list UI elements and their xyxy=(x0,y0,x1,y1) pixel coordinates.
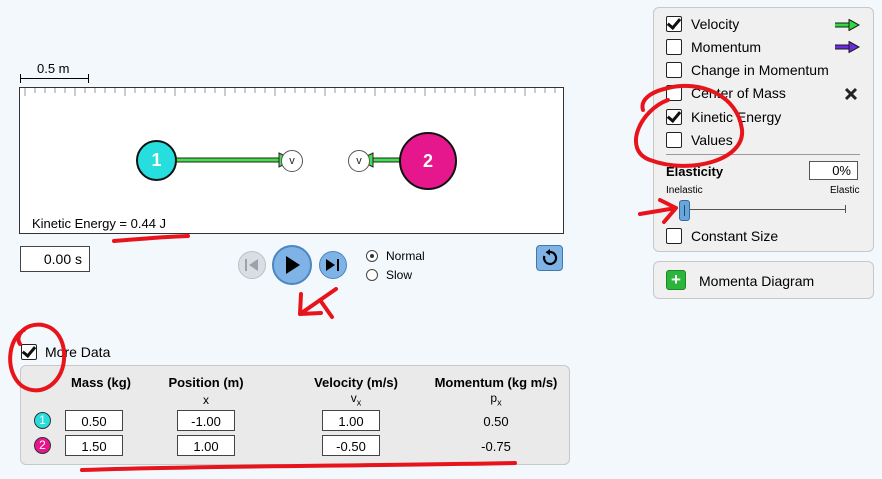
momentum-value-ball-2: -0.75 xyxy=(481,439,511,454)
values-option[interactable]: Values xyxy=(666,132,733,148)
values-option-label: Values xyxy=(691,132,733,148)
reset-button[interactable] xyxy=(536,245,563,271)
velocity-symbol-subscript: x xyxy=(356,397,362,408)
more-data-checkbox[interactable] xyxy=(21,344,37,360)
x-mark-icon xyxy=(844,87,858,101)
constant-size-checkbox[interactable] xyxy=(666,228,682,244)
scale-bar-tick xyxy=(88,74,89,83)
ball-2[interactable]: 2 xyxy=(399,132,457,190)
more-data-label: More Data xyxy=(45,344,111,360)
constant-size-option-label: Constant Size xyxy=(691,228,779,244)
play-icon xyxy=(286,256,300,274)
elasticity-value: 0% xyxy=(809,161,858,180)
scale-bar xyxy=(20,78,88,79)
position-input-ball-1[interactable]: -1.00 xyxy=(177,410,235,431)
step-forward-button[interactable] xyxy=(319,251,347,279)
header-velocity-symbol: vx xyxy=(341,391,371,407)
velocity-input-ball-2[interactable]: -0.50 xyxy=(322,435,380,456)
center-of-mass-checkbox[interactable] xyxy=(666,85,682,101)
center-of-mass-option-label: Center of Mass xyxy=(691,85,786,101)
ruler xyxy=(24,88,556,96)
normal-radio[interactable] xyxy=(366,250,378,262)
change-in-momentum-option[interactable]: Change in Momentum xyxy=(666,62,829,78)
header-momentum-symbol: px xyxy=(481,391,511,407)
velocity-handle-ball-1[interactable]: v xyxy=(281,150,303,172)
play-button[interactable] xyxy=(272,245,312,285)
ball-1-label: 1 xyxy=(151,150,162,170)
slow-radio[interactable] xyxy=(366,269,378,281)
elasticity-slider-end-tick xyxy=(845,205,846,213)
position-input-ball-2[interactable]: 1.00 xyxy=(177,435,235,456)
momentum-value-ball-1: 0.50 xyxy=(483,414,509,429)
momentum-arrow-icon xyxy=(835,41,860,53)
header-mass: Mass (kg) xyxy=(71,375,131,390)
velocity-handle-ball-2[interactable]: v xyxy=(348,150,370,172)
reset-icon xyxy=(542,249,557,266)
step-back-button[interactable] xyxy=(238,251,266,279)
panel-divider xyxy=(666,154,860,155)
annotation-arrow-play xyxy=(298,287,338,319)
visibility-panel: Velocity Momentum Change in Momentum Cen… xyxy=(653,7,874,252)
annotation-underline-kinetic-energy xyxy=(112,234,190,243)
momenta-diagram-panel[interactable]: + Momenta Diagram xyxy=(653,261,874,299)
kinetic-energy-checkbox[interactable] xyxy=(666,109,682,125)
scale-bar-label: 0.5 m xyxy=(37,61,70,76)
center-of-mass-option[interactable]: Center of Mass xyxy=(666,85,786,101)
change-in-momentum-checkbox[interactable] xyxy=(666,62,682,78)
elasticity-slider-track[interactable] xyxy=(682,209,846,210)
header-position: Position (m) xyxy=(168,375,244,390)
momentum-option-label: Momentum xyxy=(691,39,762,55)
velocity-checkbox[interactable] xyxy=(666,16,682,32)
expand-plus-icon[interactable]: + xyxy=(666,270,686,290)
kinetic-energy-option-label: Kinetic Energy xyxy=(691,109,782,125)
velocity-handle-label: v xyxy=(289,155,295,167)
step-back-icon xyxy=(245,259,258,271)
kinetic-energy-readout: Kinetic Energy = 0.44 J xyxy=(32,216,167,231)
kinetic-energy-option[interactable]: Kinetic Energy xyxy=(666,109,781,125)
elastic-label: Elastic xyxy=(830,185,860,196)
mass-input-ball-2[interactable]: 1.50 xyxy=(65,435,123,456)
inelastic-label: Inelastic xyxy=(666,185,703,196)
elasticity-slider-thumb[interactable] xyxy=(679,200,690,221)
momentum-symbol-subscript: x xyxy=(497,397,502,408)
velocity-input-ball-1[interactable]: 1.00 xyxy=(322,410,380,431)
momentum-checkbox[interactable] xyxy=(666,39,682,55)
header-momentum: Momentum (kg m/s) xyxy=(434,375,558,390)
data-table: Mass (kg) Position (m) Velocity (m/s) Mo… xyxy=(20,365,570,465)
speed-option-slow[interactable]: Slow xyxy=(366,268,412,282)
change-in-momentum-option-label: Change in Momentum xyxy=(691,62,829,78)
ball-2-icon: 2 xyxy=(34,437,51,454)
velocity-arrow-icon xyxy=(835,19,860,31)
step-forward-icon xyxy=(326,259,339,271)
ball-1-icon: 1 xyxy=(34,412,51,429)
velocity-option-label: Velocity xyxy=(691,16,740,32)
values-checkbox[interactable] xyxy=(666,132,682,148)
header-position-symbol: x xyxy=(203,393,209,407)
mass-input-ball-1[interactable]: 0.50 xyxy=(65,410,123,431)
ball-1[interactable]: 1 xyxy=(136,140,177,181)
velocity-option[interactable]: Velocity xyxy=(666,16,739,32)
constant-size-option[interactable]: Constant Size xyxy=(666,228,778,244)
speed-option-label: Normal xyxy=(386,249,425,263)
elasticity-title: Elasticity xyxy=(666,164,724,179)
momenta-diagram-label: Momenta Diagram xyxy=(699,273,815,289)
ball-2-label: 2 xyxy=(422,150,433,171)
scale-bar-tick xyxy=(20,74,21,83)
speed-option-normal[interactable]: Normal xyxy=(366,249,425,263)
momentum-option[interactable]: Momentum xyxy=(666,39,761,55)
speed-option-label: Slow xyxy=(386,268,413,282)
more-data-option[interactable]: More Data xyxy=(21,344,110,360)
header-velocity: Velocity (m/s) xyxy=(314,375,398,390)
time-display: 0.00 s xyxy=(20,246,90,272)
velocity-handle-label: v xyxy=(356,155,362,167)
